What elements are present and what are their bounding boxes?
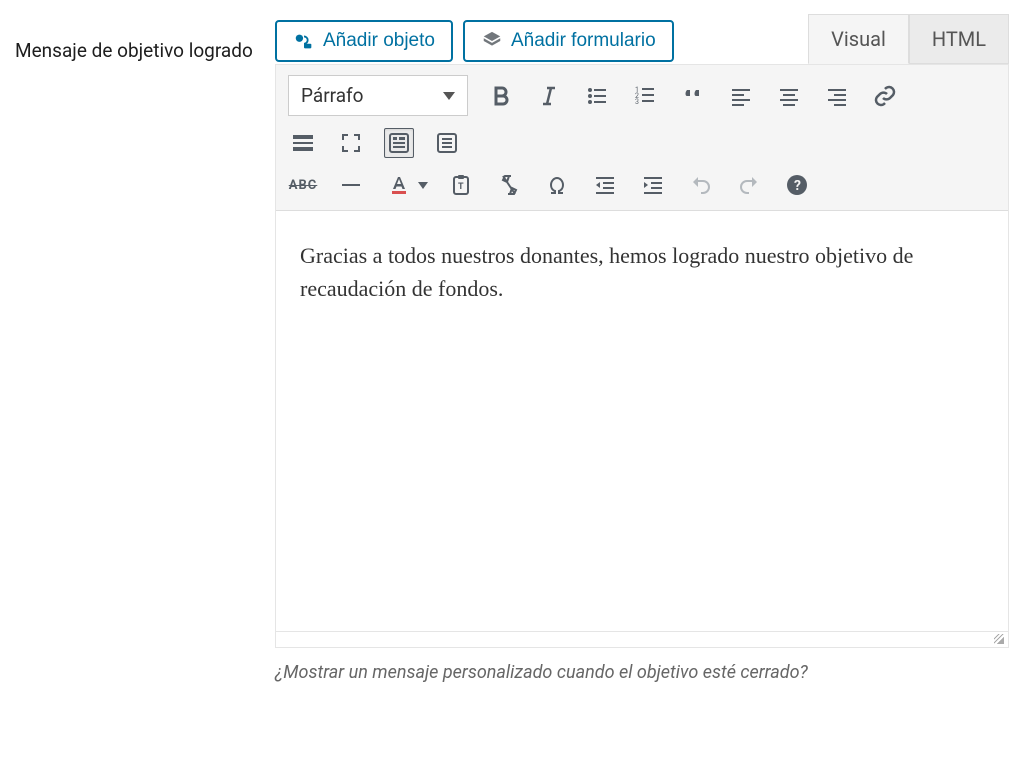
helper-text: ¿Mostrar un mensaje personalizado cuando… bbox=[275, 662, 1009, 683]
add-media-button[interactable]: Añadir objeto bbox=[275, 20, 453, 62]
special-character-button[interactable] bbox=[542, 170, 572, 200]
svg-text:?: ? bbox=[794, 178, 801, 194]
paragraph-format-select[interactable]: Párrafo bbox=[288, 75, 468, 116]
toolbar-toggle-button[interactable] bbox=[384, 128, 414, 158]
align-left-button[interactable] bbox=[726, 81, 756, 111]
align-right-button[interactable] bbox=[822, 81, 852, 111]
svg-text:3: 3 bbox=[635, 98, 639, 106]
italic-button[interactable] bbox=[534, 81, 564, 111]
shortcode-button[interactable] bbox=[432, 128, 462, 158]
fullscreen-button[interactable] bbox=[336, 128, 366, 158]
clear-formatting-button[interactable] bbox=[494, 170, 524, 200]
svg-text:T: T bbox=[458, 182, 464, 192]
editor-content-area[interactable]: Gracias a todos nuestros donantes, hemos… bbox=[276, 211, 1008, 631]
strikethrough-icon: ABC bbox=[289, 178, 318, 193]
editor-container: Párrafo 123 bbox=[275, 64, 1009, 648]
add-form-button[interactable]: Añadir formulario bbox=[463, 20, 674, 62]
editor-toolbar: Párrafo 123 bbox=[276, 65, 1008, 211]
editor-paragraph: Gracias a todos nuestros donantes, hemos… bbox=[300, 239, 984, 305]
bullet-list-button[interactable] bbox=[582, 81, 612, 111]
numbered-list-button[interactable]: 123 bbox=[630, 81, 660, 111]
chevron-down-icon bbox=[443, 92, 455, 100]
add-media-label: Añadir objeto bbox=[323, 30, 435, 52]
tab-html[interactable]: HTML bbox=[909, 14, 1009, 64]
redo-button[interactable] bbox=[734, 170, 764, 200]
chevron-down-icon bbox=[418, 182, 428, 189]
media-icon bbox=[293, 30, 315, 52]
blockquote-button[interactable] bbox=[678, 81, 708, 111]
field-label: Mensaje de objetivo logrado bbox=[15, 38, 257, 65]
tab-visual[interactable]: Visual bbox=[808, 14, 909, 64]
add-form-label: Añadir formulario bbox=[511, 30, 656, 52]
text-color-button[interactable] bbox=[384, 170, 428, 200]
text-color-icon bbox=[384, 170, 414, 200]
format-select-label: Párrafo bbox=[301, 84, 364, 107]
strikethrough-button[interactable]: ABC bbox=[288, 170, 318, 200]
form-icon bbox=[481, 30, 503, 52]
link-button[interactable] bbox=[870, 81, 900, 111]
read-more-button[interactable] bbox=[288, 128, 318, 158]
bold-button[interactable] bbox=[486, 81, 516, 111]
help-button[interactable]: ? bbox=[782, 170, 812, 200]
indent-button[interactable] bbox=[638, 170, 668, 200]
horizontal-rule-button[interactable] bbox=[336, 170, 366, 200]
paste-text-button[interactable]: T bbox=[446, 170, 476, 200]
align-center-button[interactable] bbox=[774, 81, 804, 111]
undo-button[interactable] bbox=[686, 170, 716, 200]
outdent-button[interactable] bbox=[590, 170, 620, 200]
resize-handle[interactable] bbox=[276, 631, 1008, 647]
